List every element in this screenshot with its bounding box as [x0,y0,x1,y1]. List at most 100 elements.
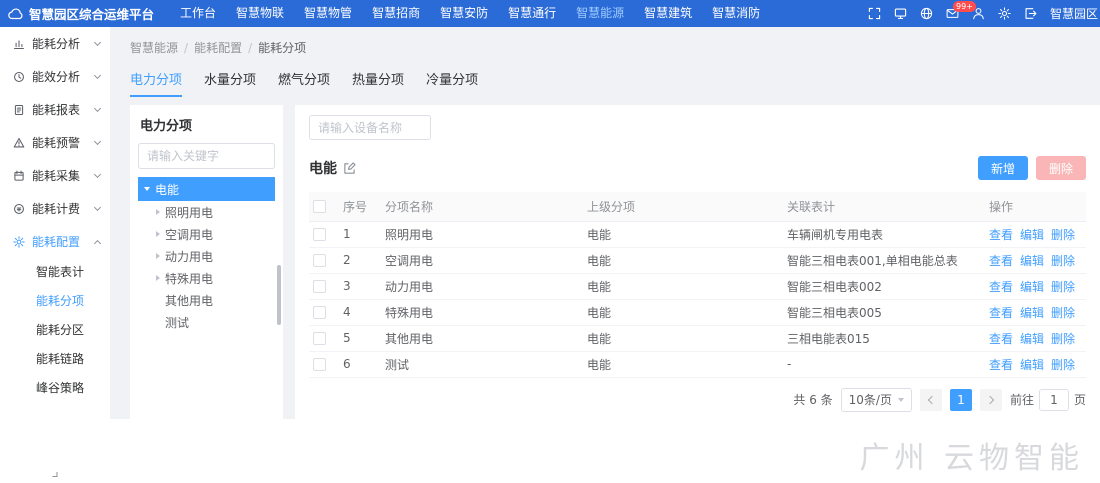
sidebar-item-energy-report[interactable]: 能耗报表 [0,93,110,126]
sidebar-item-energy-alert[interactable]: 能耗预警 [0,126,110,159]
nav-fire[interactable]: 智慧消防 [702,0,770,27]
delete-link[interactable]: 删除 [1051,358,1075,372]
view-link[interactable]: 查看 [989,228,1013,242]
sidebar-item-energy-config[interactable]: 能耗配置 [0,225,110,258]
delete-link[interactable]: 删除 [1051,306,1075,320]
edit-link[interactable]: 编辑 [1020,254,1044,268]
cell-index: 6 [339,351,381,377]
breadcrumb-item[interactable]: 能耗配置 [194,41,242,55]
top-nav: 工作台 智慧物联 智慧物管 智慧招商 智慧安防 智慧通行 智慧能源 智慧建筑 智… [170,0,770,27]
tree-node[interactable]: 空调用电 [138,223,275,245]
nav-energy[interactable]: 智慧能源 [566,0,634,27]
view-link[interactable]: 查看 [989,332,1013,346]
tree-panel-title: 电力分项 [138,115,275,134]
tab-electric[interactable]: 电力分项 [130,69,182,97]
chevron-down-icon [94,170,101,177]
view-link[interactable]: 查看 [989,254,1013,268]
add-button[interactable]: 新增 [978,156,1028,180]
subitem-tree-panel: 电力分项 电能 照明用电 空调用电 动力用电 特殊用电 其他用电 测试 [130,105,283,422]
nav-investment[interactable]: 智慧招商 [362,0,430,27]
edit-link[interactable]: 编辑 [1020,306,1044,320]
delete-button[interactable]: 删除 [1036,156,1086,180]
sidebar-item-energy-collection[interactable]: 能耗采集 [0,159,110,192]
caret-down-icon [144,187,150,191]
main-area: 智慧能源/能耗配置/能耗分项 电力分项 水量分项 燃气分项 热量分项 冷量分项 … [110,27,1100,483]
edit-link[interactable]: 编辑 [1020,280,1044,294]
row-checkbox[interactable] [313,228,326,241]
row-checkbox[interactable] [313,280,326,293]
tree-node[interactable]: 其他用电 [138,289,275,311]
tree-node-root[interactable]: 电能 [138,177,275,201]
nav-workbench[interactable]: 工作台 [170,0,226,27]
sidebar-scroll-chevron-icon[interactable] [53,472,58,477]
globe-icon[interactable] [920,7,933,20]
sidebar-sub-smart-meter[interactable]: 智能表计 [0,258,110,287]
cell-name: 动力用电 [381,273,583,299]
nav-property[interactable]: 智慧物管 [294,0,362,27]
sidebar-item-energy-billing[interactable]: 能耗计费 [0,192,110,225]
tree-node[interactable]: 动力用电 [138,245,275,267]
breadcrumb-item[interactable]: 智慧能源 [130,41,178,55]
column-header: 分项名称 [381,192,583,221]
sidebar-sub-peak-valley[interactable]: 峰谷策略 [0,374,110,403]
park-name[interactable]: 智慧园区 [1050,5,1100,22]
user-icon[interactable] [972,7,985,20]
prev-page-button[interactable] [920,389,942,411]
page-number-button[interactable]: 1 [950,389,972,411]
sidebar-item-energy-analysis[interactable]: 能耗分析 [0,27,110,60]
edit-icon[interactable] [343,162,356,175]
nav-access[interactable]: 智慧通行 [498,0,566,27]
tab-heat[interactable]: 热量分项 [352,69,404,97]
chevron-left-icon [928,395,936,403]
delete-link[interactable]: 删除 [1051,332,1075,346]
row-checkbox[interactable] [313,254,326,267]
tree-search-input[interactable] [138,143,275,169]
tab-cooling[interactable]: 冷量分项 [426,69,478,97]
mail-icon[interactable]: 99+ [946,7,959,20]
sidebar-sub-energy-zone[interactable]: 能耗分区 [0,316,110,345]
monitor-icon[interactable] [894,7,907,20]
view-link[interactable]: 查看 [989,358,1013,372]
delete-link[interactable]: 删除 [1051,280,1075,294]
edit-link[interactable]: 编辑 [1020,332,1044,346]
sidebar-item-efficiency-analysis[interactable]: 能效分析 [0,60,110,93]
goto-label: 前往 [1010,391,1034,408]
nav-security[interactable]: 智慧安防 [430,0,498,27]
settings-icon[interactable] [998,7,1011,20]
row-checkbox[interactable] [313,358,326,371]
row-checkbox[interactable] [313,306,326,319]
pagination-total: 共 6 条 [793,391,832,408]
chevron-down-icon [94,38,101,45]
sidebar-sub-energy-link[interactable]: 能耗链路 [0,345,110,374]
chevron-down-icon [94,137,101,144]
cell-parent: 电能 [583,351,783,377]
device-search-input[interactable] [309,115,431,140]
cell-index: 5 [339,325,381,351]
breadcrumb-separator: / [248,41,252,55]
nav-iot[interactable]: 智慧物联 [226,0,294,27]
fullscreen-icon[interactable] [868,7,881,20]
logout-icon[interactable] [1024,7,1037,20]
chevron-up-icon [94,239,101,246]
tree-scrollbar-thumb[interactable] [277,265,281,325]
delete-link[interactable]: 删除 [1051,254,1075,268]
view-link[interactable]: 查看 [989,306,1013,320]
edit-link[interactable]: 编辑 [1020,228,1044,242]
row-checkbox[interactable] [313,332,326,345]
delete-link[interactable]: 删除 [1051,228,1075,242]
view-link[interactable]: 查看 [989,280,1013,294]
next-page-button[interactable] [980,389,1002,411]
tab-water[interactable]: 水量分项 [204,69,256,97]
page-size-select[interactable]: 10条/页 [841,388,912,412]
select-all-checkbox[interactable] [313,200,326,213]
nav-building[interactable]: 智慧建筑 [634,0,702,27]
tree-node[interactable]: 测试 [138,311,275,333]
edit-link[interactable]: 编辑 [1020,358,1044,372]
sidebar-sub-energy-subitem[interactable]: 能耗分项 [0,287,110,316]
tree-node[interactable]: 照明用电 [138,201,275,223]
page-goto-input[interactable] [1039,389,1069,411]
cell-parent: 电能 [583,325,783,351]
tree-node[interactable]: 特殊用电 [138,267,275,289]
table-row: 1 照明用电 电能 车辆闸机专用电表 查看编辑删除 [309,221,1086,247]
tab-gas[interactable]: 燃气分项 [278,69,330,97]
